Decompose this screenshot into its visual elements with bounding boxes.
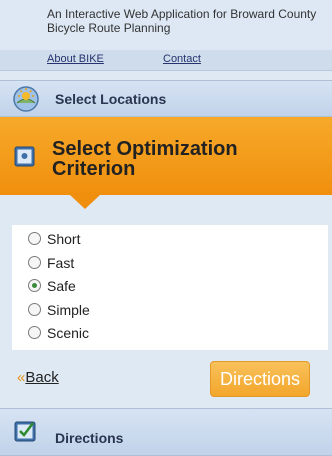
option-fast-label: Fast bbox=[47, 255, 75, 271]
option-short[interactable]: Short bbox=[28, 231, 80, 249]
top-nav: About BIKE Contact bbox=[0, 50, 332, 71]
directions-button[interactable]: Directions bbox=[210, 361, 310, 397]
radio-simple[interactable] bbox=[28, 303, 41, 316]
radio-short[interactable] bbox=[28, 232, 41, 245]
map-check-icon bbox=[14, 421, 36, 442]
option-fast[interactable]: Fast bbox=[28, 255, 74, 273]
criterion-title: Select Optimization Criterion bbox=[52, 138, 238, 180]
criterion-options: Short Fast Safe Simple Scenic bbox=[12, 225, 328, 350]
back-label: Back bbox=[25, 369, 59, 386]
option-scenic[interactable]: Scenic bbox=[28, 325, 89, 343]
radio-scenic[interactable] bbox=[28, 326, 41, 339]
contact-link[interactable]: Contact bbox=[163, 53, 201, 65]
about-bike-link[interactable]: About BIKE bbox=[47, 53, 104, 65]
map-pin-icon bbox=[14, 146, 35, 167]
sun-map-icon bbox=[13, 86, 39, 112]
option-simple[interactable]: Simple bbox=[28, 302, 90, 320]
select-locations-label: Select Locations bbox=[55, 91, 167, 107]
option-safe-label: Safe bbox=[47, 278, 76, 294]
option-scenic-label: Scenic bbox=[47, 325, 90, 341]
radio-safe[interactable] bbox=[28, 279, 41, 292]
criterion-pointer bbox=[70, 195, 100, 209]
option-simple-label: Simple bbox=[47, 302, 90, 318]
back-link[interactable]: «Back bbox=[17, 369, 59, 386]
option-short-label: Short bbox=[47, 231, 81, 247]
app-tagline: An Interactive Web Application for Browa… bbox=[47, 7, 317, 35]
app-header: An Interactive Web Application for Browa… bbox=[0, 0, 332, 51]
option-safe[interactable]: Safe bbox=[28, 278, 76, 296]
criterion-header: Select Optimization Criterion bbox=[0, 117, 332, 195]
radio-fast[interactable] bbox=[28, 256, 41, 269]
directions-header[interactable]: Directions bbox=[0, 408, 332, 456]
select-locations-header[interactable]: Select Locations bbox=[0, 80, 332, 117]
directions-label: Directions bbox=[55, 430, 124, 446]
back-chevron-icon: « bbox=[17, 369, 26, 386]
